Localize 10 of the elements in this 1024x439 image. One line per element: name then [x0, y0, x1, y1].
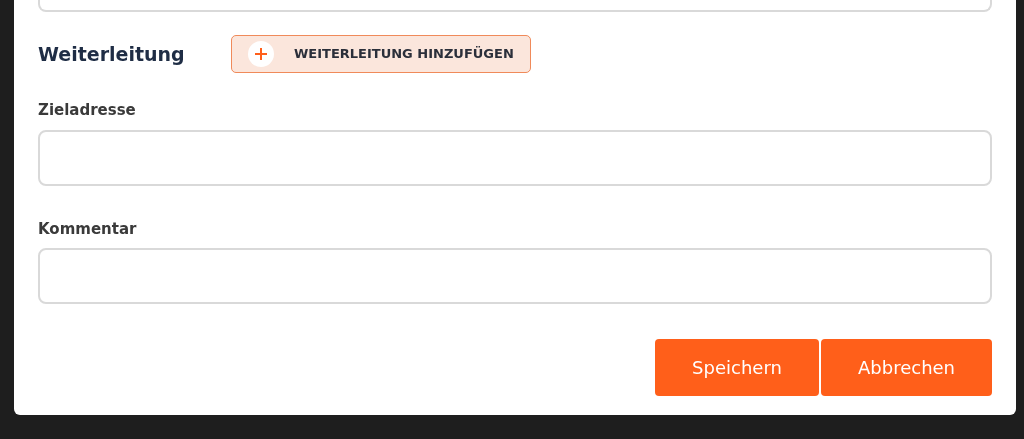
plus-icon: [248, 41, 274, 67]
cancel-button[interactable]: Abbrechen: [821, 339, 992, 396]
field-label: Zieladresse: [38, 100, 137, 121]
section-title: Weiterleitung: [38, 41, 186, 67]
input-field[interactable]: [38, 0, 992, 12]
field-label: Kommentar: [38, 218, 138, 240]
input-field[interactable]: [38, 129, 992, 186]
input-field[interactable]: [38, 248, 992, 304]
save-button[interactable]: Speichern: [655, 339, 819, 396]
add-forwarding-button[interactable]: WEITERLEITUNG HINZUFÜGEN: [231, 35, 531, 73]
